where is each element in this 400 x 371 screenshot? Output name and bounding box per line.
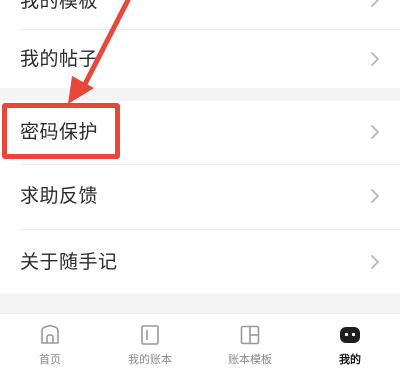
menu-item-label: 关于随手记 [20,251,118,273]
menu-item-about[interactable]: 关于随手记 [0,230,400,294]
chevron-right-icon [371,189,379,203]
highlight-annotation-box [2,103,120,159]
tab-home[interactable]: 首页 [0,314,100,371]
menu-item-help-feedback[interactable]: 求助反馈 [0,165,400,229]
home-icon [41,324,59,344]
menu-item-label: 我的模板 [20,0,99,12]
tab-label: 我的账本 [128,353,172,366]
tab-label: 首页 [39,353,61,366]
section-gap [0,88,400,101]
chevron-right-icon [371,255,379,269]
menu-item-my-templates[interactable]: 我的模板 [0,0,400,30]
menu-item-my-posts[interactable]: 我的帖子 [0,30,400,88]
bottom-tab-bar: 首页 我的账本 账本模板 我的 [0,313,400,370]
tab-me[interactable]: 我的 [300,314,400,371]
tab-label: 我的 [339,353,361,366]
tab-my-ledger[interactable]: 我的账本 [100,314,200,371]
section-gap [0,294,400,313]
menu-item-label: 求助反馈 [20,185,99,207]
tab-label: 账本模板 [228,353,272,366]
profile-icon [340,327,360,343]
chevron-right-icon [371,52,379,66]
chevron-right-icon [371,0,379,7]
template-icon [240,325,260,345]
menu-item-label: 我的帖子 [20,48,99,70]
tab-ledger-templates[interactable]: 账本模板 [200,314,300,371]
book-icon [141,325,159,345]
chevron-right-icon [371,125,379,139]
